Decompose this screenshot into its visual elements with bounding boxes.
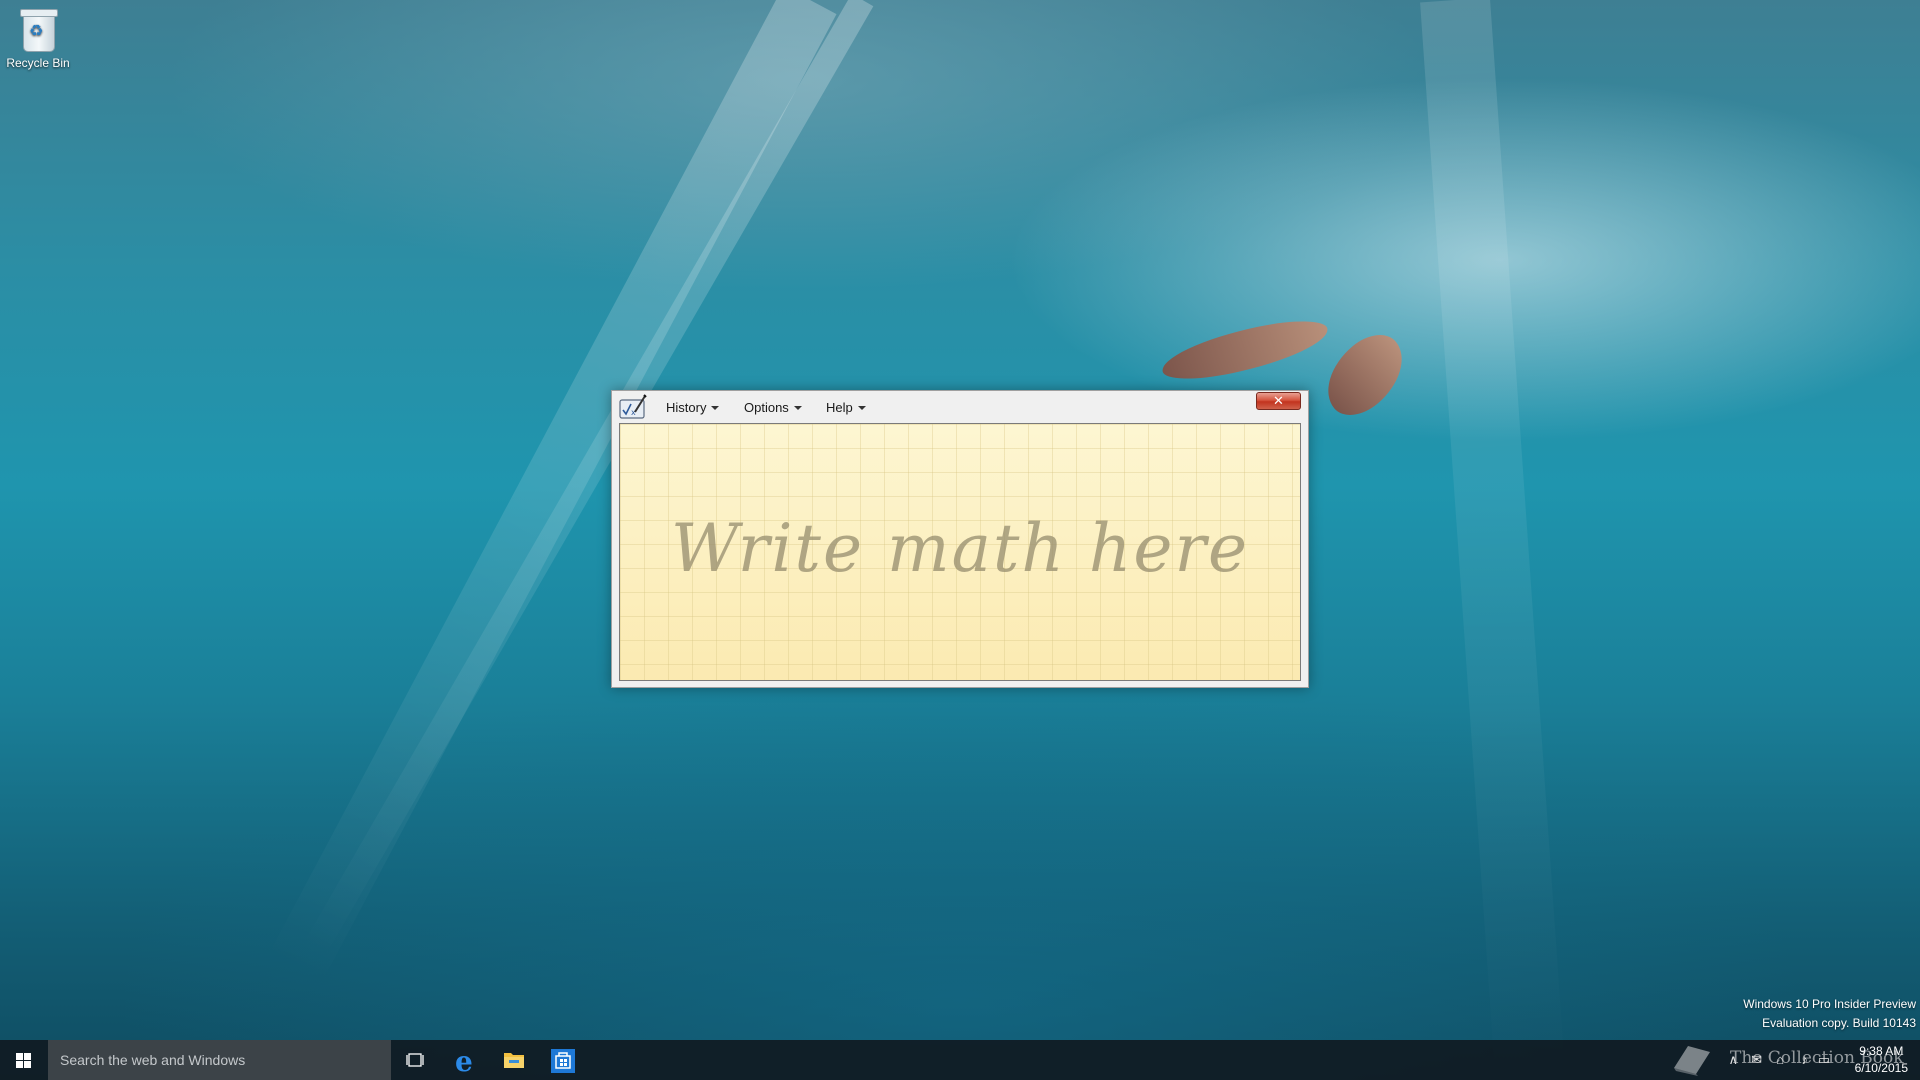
clock-date: 6/10/2015 <box>1854 1061 1908 1075</box>
recycle-bin-icon: ♻ <box>19 8 58 52</box>
light-ray <box>1420 0 1567 1080</box>
build-watermark: Windows 10 Pro Insider Preview Evaluatio… <box>1743 995 1916 1033</box>
show-hidden-icons-icon[interactable]: ∧ <box>1728 1052 1738 1068</box>
swimmer-fin <box>1157 312 1333 388</box>
book-logo-icon <box>1674 1046 1710 1076</box>
menu-options[interactable]: Options <box>744 400 802 415</box>
dropdown-arrow-icon <box>793 406 802 410</box>
desktop: ♻ Recycle Bin x History Options Help ✕ W… <box>0 0 1920 1080</box>
file-explorer-button[interactable] <box>490 1040 538 1080</box>
dropdown-arrow-icon <box>711 406 720 410</box>
edge-button[interactable]: e <box>441 1040 489 1080</box>
menu-label: Help <box>826 400 853 415</box>
desktop-icon-label: Recycle Bin <box>6 56 70 70</box>
math-input-panel-window: x History Options Help ✕ Write math here <box>611 390 1309 688</box>
menu-history[interactable]: History <box>666 400 720 415</box>
writing-placeholder: Write math here <box>670 510 1250 587</box>
swimmer-fin <box>1311 323 1419 427</box>
volume-icon[interactable]: ♪ <box>1802 1052 1809 1067</box>
task-view-icon <box>406 1053 424 1067</box>
task-view-button[interactable] <box>391 1040 439 1080</box>
menu-bar: x History Options Help ✕ <box>612 391 1308 423</box>
svg-text:x: x <box>631 408 636 417</box>
start-button[interactable] <box>0 1040 48 1080</box>
notifications-icon[interactable]: ▭ <box>1818 1052 1830 1068</box>
search-input[interactable]: Search the web and Windows <box>48 1040 391 1080</box>
store-button[interactable] <box>539 1040 587 1080</box>
menu-help[interactable]: Help <box>826 400 866 415</box>
math-writing-area[interactable]: Write math here <box>619 423 1301 681</box>
math-input-panel-icon[interactable]: x <box>619 394 647 420</box>
watermark-line: Evaluation copy. Build 10143 <box>1762 1016 1916 1030</box>
svg-text:e: e <box>455 1045 473 1078</box>
network-icon[interactable]: ⌂ <box>1776 1052 1784 1067</box>
dropdown-arrow-icon <box>857 406 866 410</box>
watermark-line: Windows 10 Pro Insider Preview <box>1743 997 1916 1011</box>
close-button[interactable]: ✕ <box>1256 392 1301 410</box>
menu-label: Options <box>744 400 789 415</box>
desktop-icon-recycle-bin[interactable]: ♻ Recycle Bin <box>4 8 72 70</box>
clock-time: 9:38 AM <box>1859 1044 1904 1058</box>
action-center-flag-icon[interactable]: ✉ <box>1751 1052 1762 1068</box>
file-explorer-icon <box>504 1053 524 1068</box>
clock[interactable]: 9:38 AM 6/10/2015 <box>1855 1043 1908 1077</box>
windows-logo-icon <box>16 1053 31 1068</box>
menu-label: History <box>666 400 707 415</box>
edge-icon: e <box>455 1045 473 1078</box>
taskbar: Search the web and Windows e The Collect… <box>0 1040 1920 1080</box>
store-icon <box>551 1049 575 1073</box>
